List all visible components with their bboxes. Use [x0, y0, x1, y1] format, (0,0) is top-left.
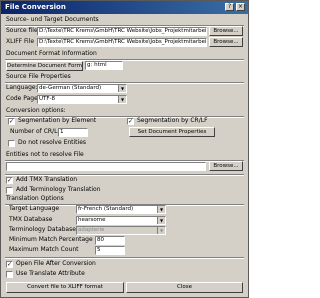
source-file-field[interactable]: D:\Texte\TRC Krems\GmbH\TRC Website\Jobs…: [37, 27, 207, 36]
source-target-heading: Source- und Target Documents: [6, 16, 99, 23]
terminology-database-value: adapterie: [78, 227, 105, 233]
entities-heading: Entities not to resolve File: [6, 151, 84, 158]
chevron-down-icon[interactable]: ▼: [157, 206, 165, 213]
chevron-down-icon[interactable]: ▼: [157, 217, 165, 224]
no-resolve-entities-label: Do not resolve Entities: [18, 139, 87, 146]
code-page-select[interactable]: UTF-8 ▼: [37, 95, 127, 104]
use-translate-attribute-checkbox[interactable]: [6, 271, 13, 278]
add-terminology-label: Add Terminology Translation: [16, 186, 101, 193]
determine-format-button[interactable]: Determine Document Format: [6, 61, 83, 71]
code-page-value: UTF-8: [39, 96, 56, 102]
max-match-label: Maximum Match Count: [9, 246, 79, 253]
terminology-database-select[interactable]: adapterie ▼: [76, 226, 166, 235]
close-button[interactable]: Close: [126, 282, 243, 293]
document-format-heading: Document Format Information: [6, 50, 97, 57]
add-terminology-checkbox[interactable]: [6, 187, 13, 194]
crlf-count-field[interactable]: 1: [58, 128, 88, 137]
source-browse-button[interactable]: Browse...: [209, 26, 243, 36]
code-page-label: Code Page: [6, 95, 38, 102]
use-translate-attribute-label: Use Translate Attribute: [16, 270, 85, 277]
set-document-properties-button[interactable]: Set Document Properties: [129, 127, 215, 137]
seg-element-checkbox[interactable]: ✓: [8, 118, 15, 125]
tmx-database-value: hearsome: [78, 217, 106, 223]
chevron-down-icon[interactable]: ▼: [118, 85, 126, 92]
terminology-database-label: Terminology Database: [9, 226, 76, 233]
conversion-options-heading: Conversion options:: [6, 107, 66, 114]
title-bar[interactable]: File Conversion ? ×: [1, 1, 248, 14]
language-value: de-German (Standard): [39, 85, 102, 91]
seg-crlf-checkbox[interactable]: ✓: [127, 118, 134, 125]
entities-file-field[interactable]: [6, 162, 206, 171]
source-properties-heading: Source File Properties: [6, 73, 71, 80]
xliff-file-label: XLIFF File: [6, 38, 35, 45]
xliff-browse-button[interactable]: Browse...: [209, 37, 243, 47]
crlf-count-label: Number of CR/LF: [10, 128, 61, 135]
divider: [5, 257, 244, 259]
target-language-label: Target Language: [9, 205, 60, 212]
convert-button[interactable]: Convert file to XLIFF format: [6, 282, 124, 293]
min-match-label: Minimum Match Percentage: [9, 236, 93, 243]
translation-options-heading: Translation Options: [6, 195, 64, 202]
max-match-field[interactable]: 5: [95, 246, 125, 255]
xliff-file-field[interactable]: D:\Texte\TRC Krems\GmbH\TRC Website\Jobs…: [37, 38, 207, 47]
add-tmx-checkbox[interactable]: ✓: [6, 177, 13, 184]
target-language-select[interactable]: fr-French (Standard) ▼: [76, 205, 166, 214]
open-after-conversion-checkbox[interactable]: ✓: [6, 261, 13, 268]
entities-browse-button[interactable]: Browse...: [209, 161, 243, 171]
help-button[interactable]: ?: [225, 3, 234, 11]
tmx-database-label: TMX Database: [9, 216, 53, 223]
min-match-field[interactable]: 80: [95, 236, 125, 245]
add-tmx-label: Add TMX Translation: [16, 176, 78, 183]
chevron-down-icon[interactable]: ▼: [118, 96, 126, 103]
seg-crlf-label: Segmentation by CR/LF: [137, 117, 208, 124]
language-select[interactable]: de-German (Standard) ▼: [37, 84, 127, 93]
close-window-button[interactable]: ×: [236, 3, 245, 11]
no-resolve-entities-checkbox[interactable]: [8, 140, 15, 147]
open-after-conversion-label: Open File After Conversion: [16, 260, 96, 267]
source-file-label: Source file: [6, 27, 38, 34]
tmx-database-select[interactable]: hearsome ▼: [76, 216, 166, 225]
language-label: Language:: [6, 84, 38, 91]
seg-element-label: Segmentation by Element: [18, 117, 97, 124]
chevron-down-icon[interactable]: ▼: [157, 227, 165, 234]
document-format-field[interactable]: g: html: [85, 61, 123, 70]
target-language-value: fr-French (Standard): [78, 206, 134, 212]
window-title: File Conversion: [5, 3, 66, 11]
file-conversion-dialog: File Conversion ? × Source- und Target D…: [0, 0, 249, 298]
